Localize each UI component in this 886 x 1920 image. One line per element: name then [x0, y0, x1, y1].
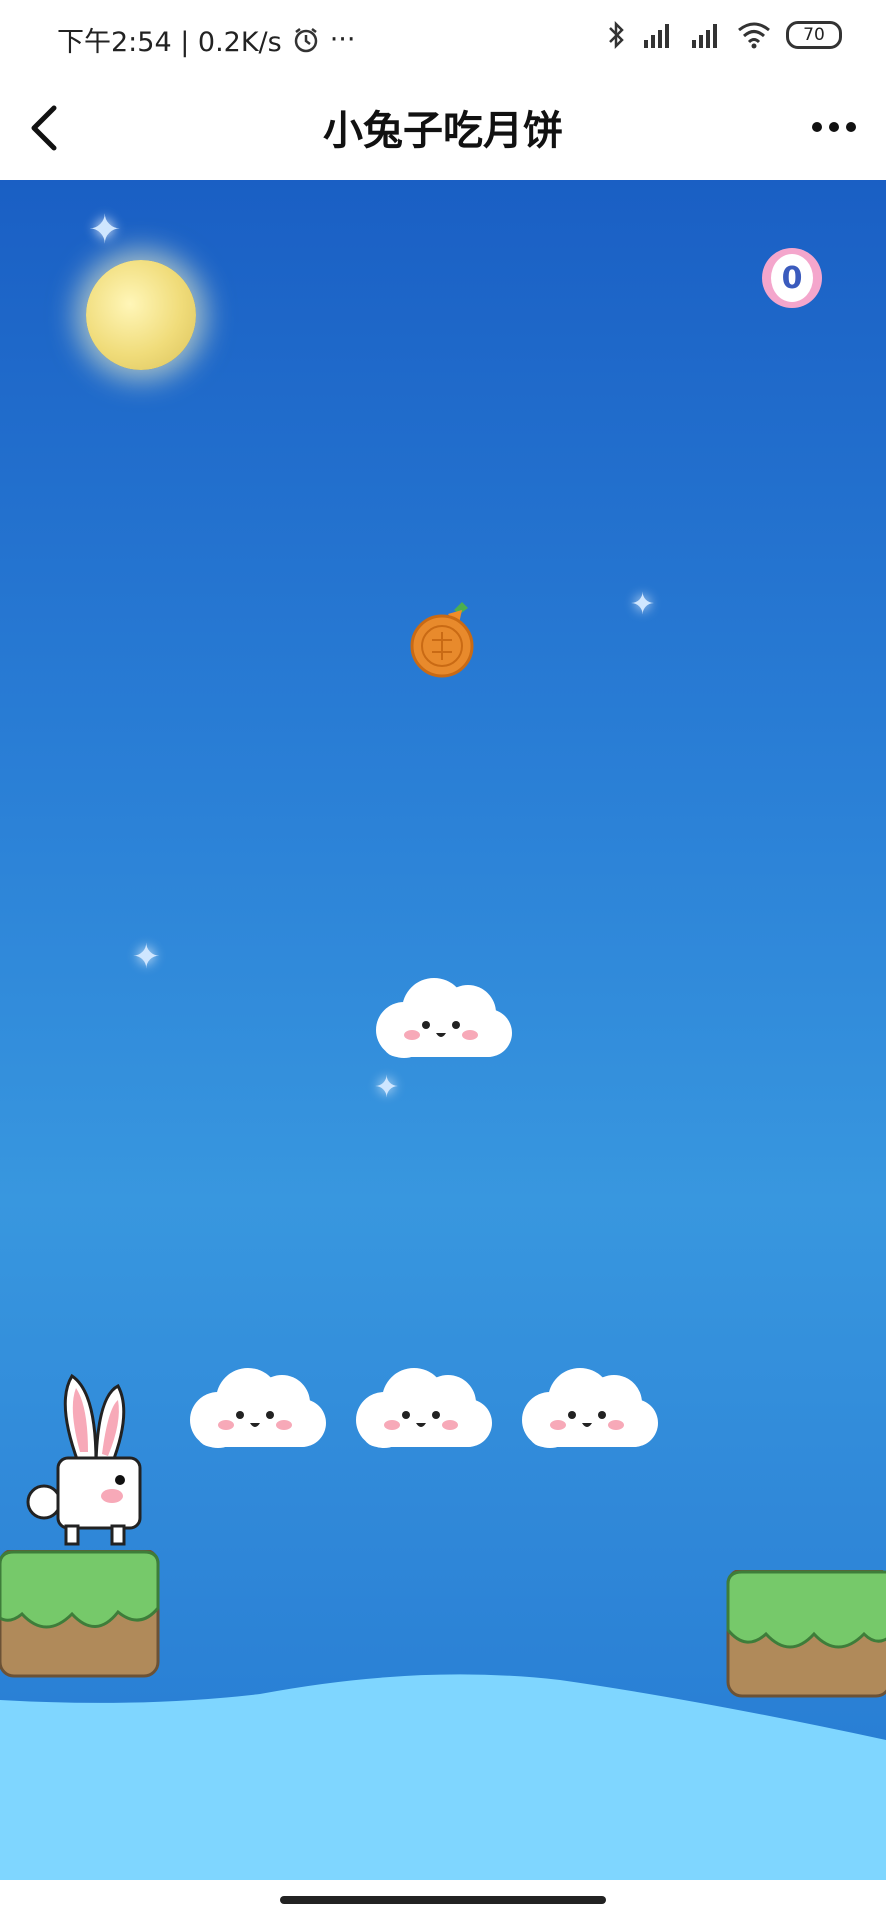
status-left: 下午2:54 | 0.2K/s ··· — [57, 20, 355, 59]
cloud-platform — [190, 1368, 326, 1448]
star-sparkle: ✦ — [630, 587, 656, 622]
nav-bar: 小兔子吃月饼 — [0, 78, 886, 181]
dot-icon — [812, 122, 822, 132]
signal-icon-2 — [692, 24, 717, 48]
cloud-platform — [522, 1368, 658, 1448]
home-indicator[interactable] — [280, 1896, 606, 1904]
dot-icon — [829, 122, 839, 132]
status-more-dots: ··· — [329, 24, 356, 55]
signal-icon-1 — [644, 24, 669, 48]
battery-level: 70 — [803, 25, 825, 45]
mooncake-icon — [410, 602, 474, 678]
dot-icon — [846, 122, 856, 132]
water-hazard — [0, 1674, 886, 1880]
wifi-icon — [738, 22, 770, 49]
home-indicator-area — [0, 1880, 886, 1920]
star-sparkle: ✦ — [88, 207, 122, 253]
bluetooth-icon — [609, 20, 624, 50]
more-options-button[interactable] — [804, 102, 864, 152]
status-right: 70 — [606, 20, 842, 50]
rabbit-player — [26, 1373, 142, 1546]
moon — [86, 260, 196, 370]
page-title: 小兔子吃月饼 — [323, 108, 563, 154]
alarm-icon — [294, 27, 317, 52]
cloud-platform — [356, 1368, 492, 1448]
score-value: 0 — [781, 260, 803, 296]
game-canvas[interactable]: ✦ ✦ ✦ ✦ 0 — [0, 180, 886, 1880]
star-sparkle: ✦ — [132, 937, 161, 977]
score-badge: 0 — [762, 248, 822, 308]
battery-icon: 70 — [786, 21, 842, 49]
cloud-platform — [376, 978, 512, 1058]
status-time: 下午2:54 | 0.2K/s — [57, 27, 282, 58]
status-bar: 下午2:54 | 0.2K/s ··· 70 — [0, 0, 886, 78]
star-sparkle: ✦ — [374, 1070, 400, 1105]
